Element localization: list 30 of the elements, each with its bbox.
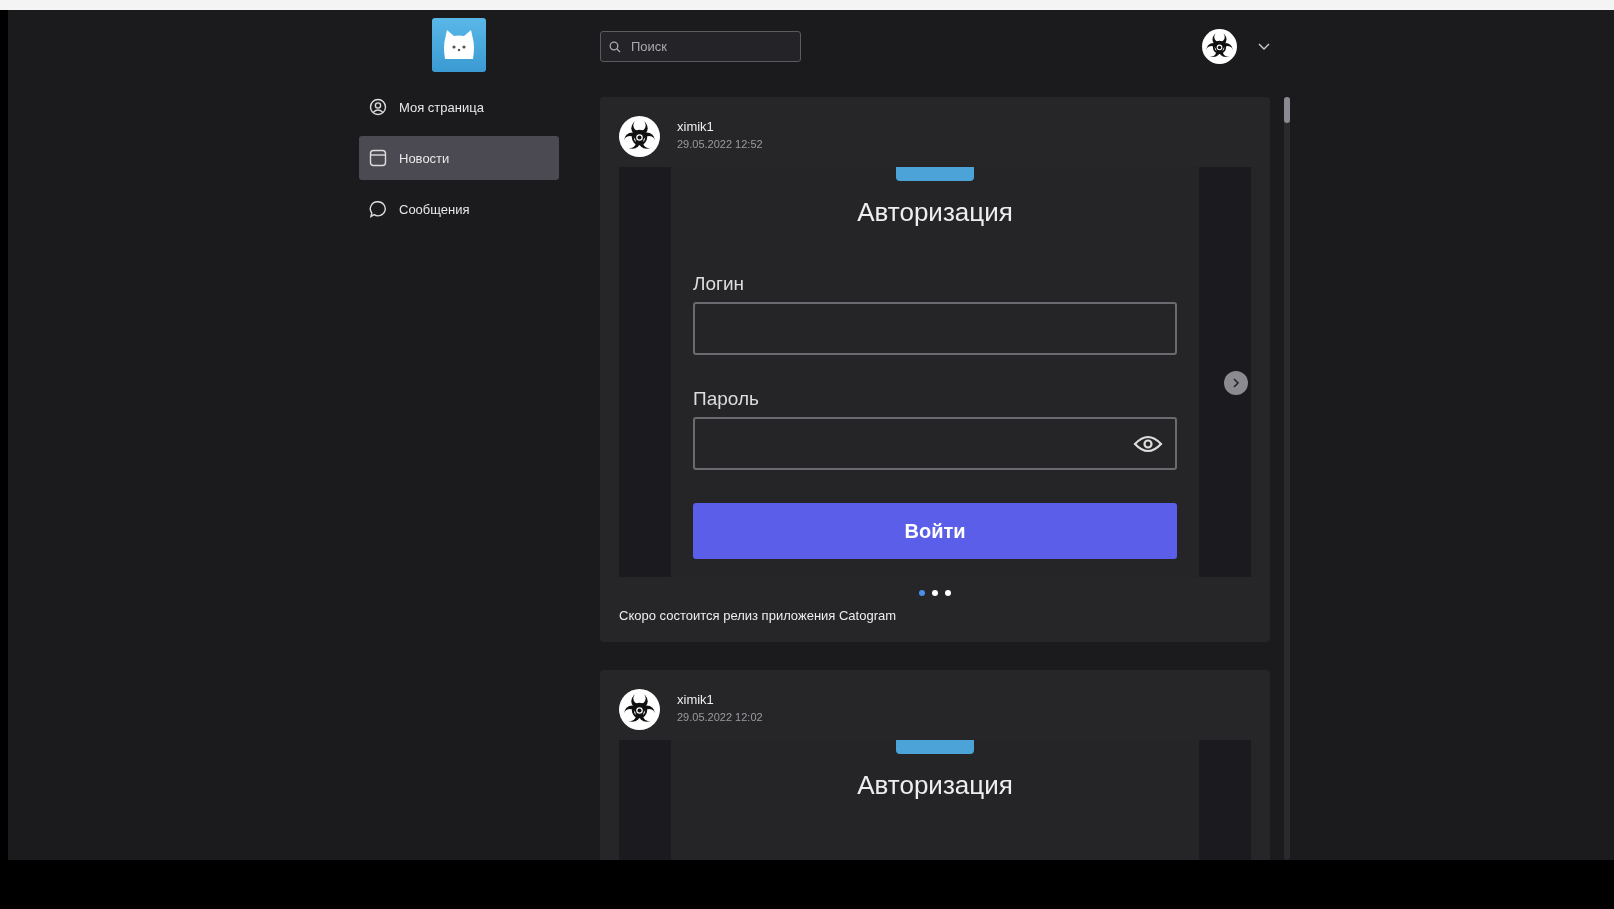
sidebar-item[interactable]: Моя страница <box>359 85 559 129</box>
sidebar-item[interactable]: Сообщения <box>359 187 559 231</box>
search-field[interactable]: Поиск <box>600 31 801 62</box>
sidebar-item[interactable]: Новости <box>359 136 559 180</box>
form-title: Авторизация <box>857 770 1013 801</box>
input-field[interactable] <box>693 417 1177 470</box>
field-label: Пароль <box>693 388 760 410</box>
scrollbar-thumb[interactable] <box>1284 97 1290 123</box>
post-date: 29.05.2022 12:02 <box>677 711 763 723</box>
biohazard-avatar[interactable] <box>1202 29 1237 64</box>
chat-bubble-icon <box>369 200 387 218</box>
form-title: Авторизация <box>857 197 1013 228</box>
chevron-down-icon[interactable] <box>1258 42 1270 51</box>
author-name[interactable]: ximik1 <box>677 119 763 134</box>
field-label: Логин <box>693 273 746 295</box>
input-field[interactable] <box>693 302 1177 355</box>
biohazard-avatar[interactable] <box>619 116 660 157</box>
carousel-dot[interactable] <box>919 590 925 596</box>
chevron-right-icon <box>1232 378 1240 388</box>
login-button[interactable]: Войти <box>693 503 1177 559</box>
cat-logo[interactable] <box>432 18 486 72</box>
author-name[interactable]: ximik1 <box>677 692 763 707</box>
carousel-dot[interactable] <box>945 590 951 596</box>
post-date: 29.05.2022 12:52 <box>677 138 763 150</box>
eye-icon[interactable] <box>1133 433 1163 454</box>
user-circle-icon <box>369 98 387 116</box>
post-text: Скоро состоится релиз приложения Catogram <box>619 608 898 623</box>
biohazard-avatar[interactable] <box>619 689 660 730</box>
window-icon <box>369 149 387 167</box>
carousel-dot[interactable] <box>932 590 938 596</box>
